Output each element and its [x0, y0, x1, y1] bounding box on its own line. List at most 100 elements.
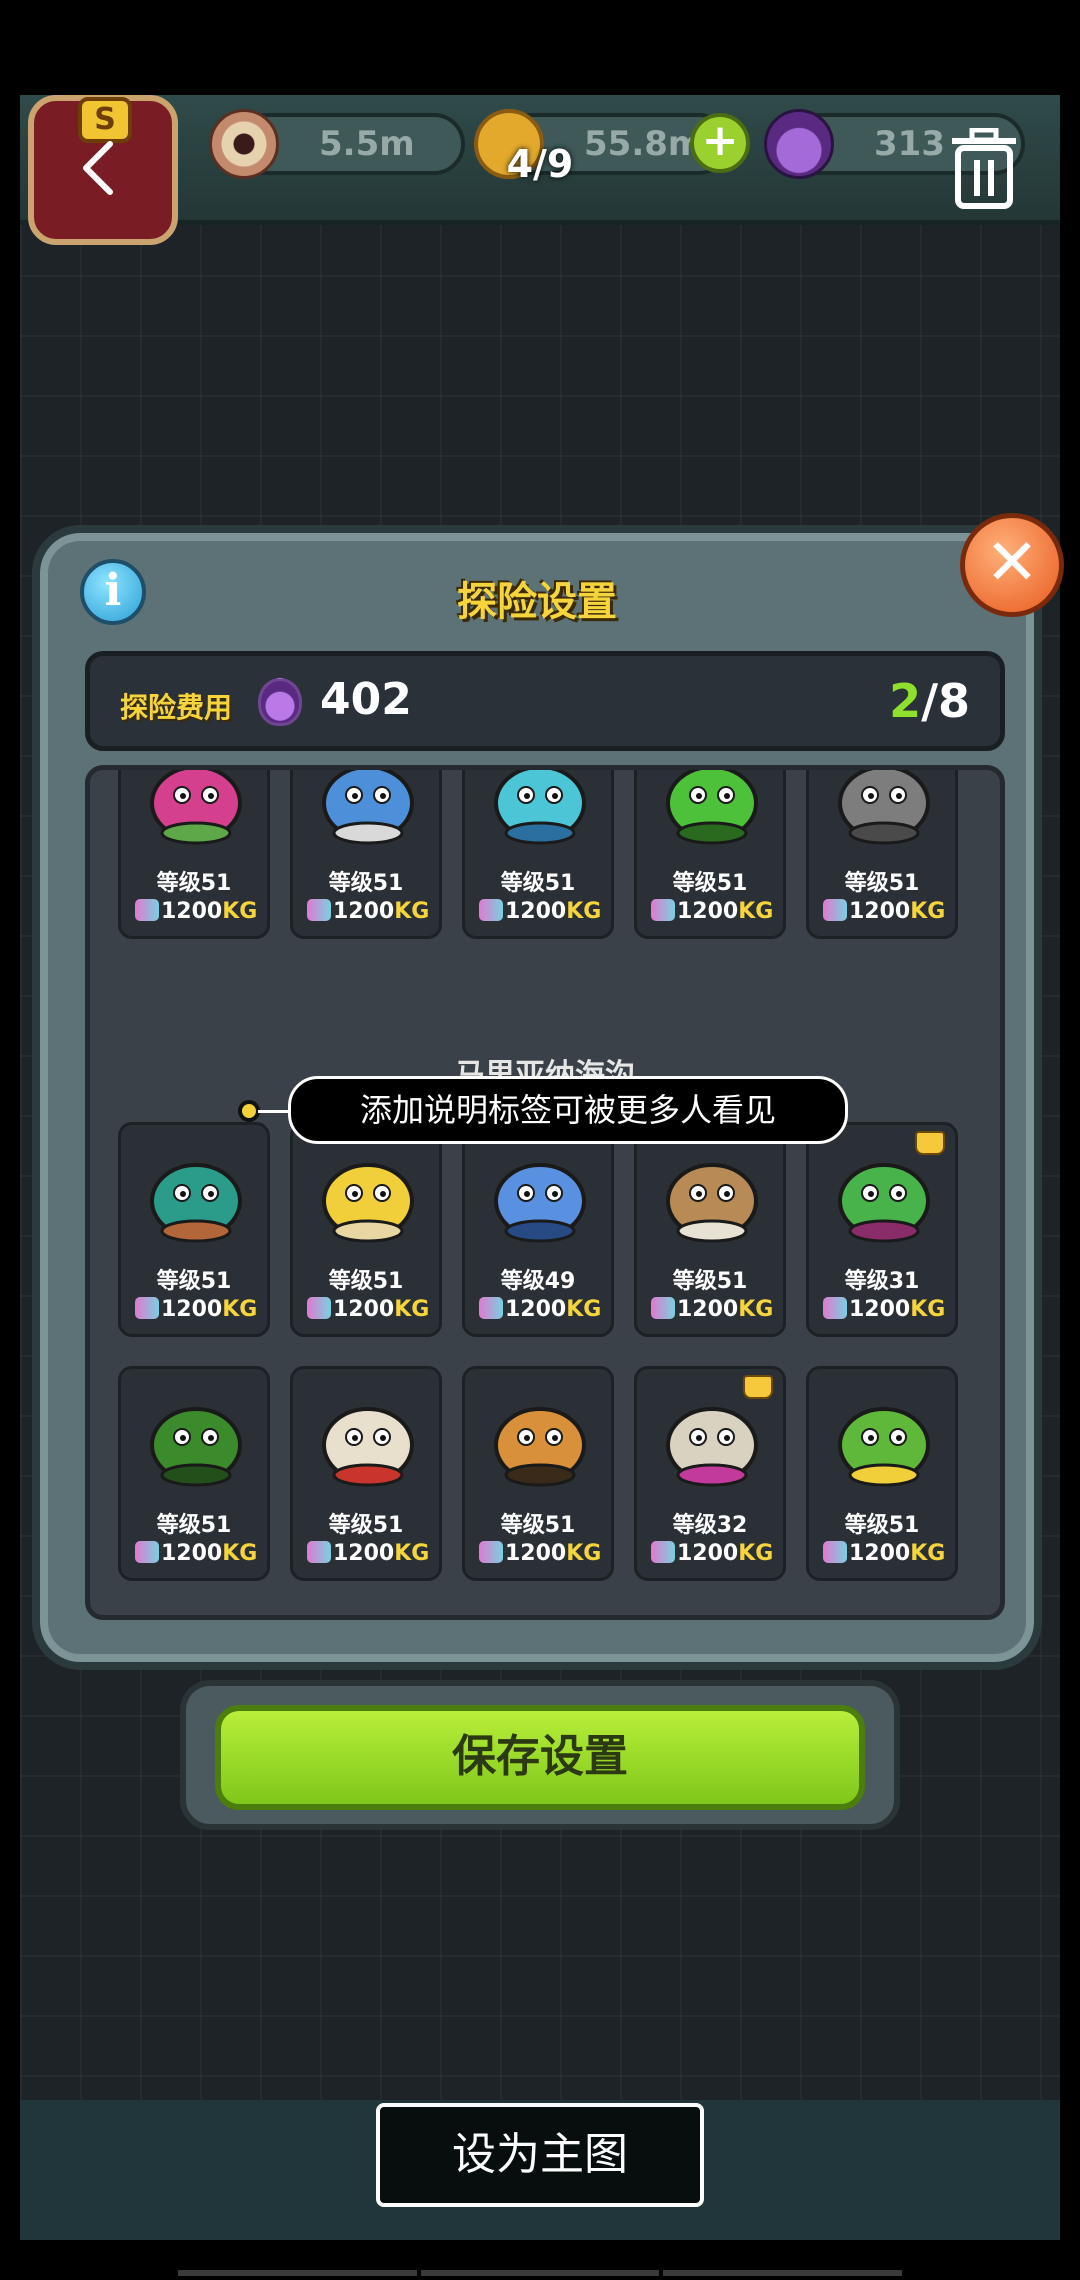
crown-icon [915, 1131, 945, 1155]
monster-weight: 1200KG [479, 1297, 601, 1322]
monster-level: 等级51 [672, 1269, 748, 1294]
bag-icon [823, 1541, 847, 1563]
monster-weight: 1200KG [479, 899, 601, 924]
monster-weight: 1200KG [135, 1541, 257, 1566]
monster-card[interactable]: 等级31 1200KG [806, 1122, 958, 1337]
team-slots-total: /8 [921, 674, 970, 728]
weight-value: 1200 [677, 1541, 739, 1566]
monster-level: 等级51 [328, 1513, 404, 1538]
weight-unit: KG [910, 1297, 946, 1322]
blue-crab-monster-icon [481, 1135, 599, 1253]
weight-value: 1200 [161, 899, 223, 924]
bag-icon [307, 899, 331, 921]
bag-icon [479, 1541, 503, 1563]
monster-card[interactable]: 等级51 1200KG [462, 1366, 614, 1581]
monster-level: 等级51 [156, 1269, 232, 1294]
bag-icon [479, 1297, 503, 1319]
monster-row: 等级51 1200KG 等级51 1200KG 等级51 1200KG 等级32 1200KG… [118, 1366, 958, 1581]
weight-value: 1200 [333, 899, 395, 924]
monster-level: 等级51 [844, 871, 920, 896]
banana-squid-monster-icon [309, 1135, 427, 1253]
monster-weight: 1200KG [307, 899, 429, 924]
weight-unit: KG [394, 899, 430, 924]
cost-label: 探险费用 [120, 691, 233, 724]
monster-card[interactable]: 等级51 1200KG [118, 770, 270, 939]
blue-fish-monster-icon [481, 770, 599, 855]
weight-value: 1200 [333, 1297, 395, 1322]
page-indicator [178, 2270, 903, 2276]
monster-level: 等级51 [328, 871, 404, 896]
monster-card[interactable]: 等级51 1200KG [806, 770, 958, 939]
monster-card[interactable]: 等级51 1200KG [806, 1366, 958, 1581]
monster-card[interactable]: 等级51 1200KG [634, 1122, 786, 1337]
monster-level: 等级51 [156, 871, 232, 896]
tooltip-connector [258, 1110, 290, 1113]
bag-icon [135, 1297, 159, 1319]
bag-icon [823, 899, 847, 921]
monster-card[interactable]: 等级51 1200KG [118, 1366, 270, 1581]
monster-level: 等级49 [500, 1269, 576, 1294]
bag-icon [651, 1541, 675, 1563]
monster-card[interactable]: 等级51 1200KG [634, 770, 786, 939]
monster-row: 等级51 1200KG 等级51 1200KG 等级49 1200KG 等级51 1200KG… [118, 1122, 958, 1337]
panel-title: 探险设置 [457, 579, 617, 625]
monster-card[interactable]: 等级49 1200KG [462, 1122, 614, 1337]
weight-value: 1200 [333, 1541, 395, 1566]
monster-card[interactable]: 等级32 1200KG [634, 1366, 786, 1581]
weight-value: 1200 [677, 899, 739, 924]
label-tooltip[interactable]: 添加说明标签可被更多人看见 [288, 1076, 848, 1144]
anemone-monster-icon [137, 1135, 255, 1253]
green-caterpillar-monster-icon [653, 770, 771, 855]
cost-value: 402 [320, 674, 412, 725]
monster-weight: 1200KG [135, 899, 257, 924]
weight-unit: KG [394, 1541, 430, 1566]
expedition-cost-bar: 探险费用 402 2/8 [85, 651, 1005, 751]
weight-value: 1200 [505, 899, 567, 924]
bag-icon [307, 1541, 331, 1563]
crown-icon [743, 1375, 773, 1399]
monster-card[interactable]: 等级51 1200KG [462, 770, 614, 939]
monster-level: 等级51 [500, 1513, 576, 1538]
monster-list[interactable]: 等级51 1200KG 等级51 1200KG 等级51 1200KG 等级51 1200KG… [85, 765, 1005, 1620]
monster-card[interactable]: 等级51 1200KG [290, 770, 442, 939]
monster-weight: 1200KG [823, 899, 945, 924]
monster-level: 等级51 [672, 871, 748, 896]
walrus-monster-icon [653, 1135, 771, 1253]
bag-icon [651, 1297, 675, 1319]
save-settings-button[interactable]: 保存设置 [215, 1705, 865, 1810]
monster-card[interactable]: 等级51 1200KG [290, 1366, 442, 1581]
set-as-main-image-button[interactable]: 设为主图 [376, 2103, 704, 2207]
weight-value: 1200 [849, 1297, 911, 1322]
weight-unit: KG [394, 1297, 430, 1322]
monster-row: 等级51 1200KG 等级51 1200KG 等级51 1200KG 等级51 1200KG… [118, 770, 958, 939]
viewer-top-bar: 4/9 [0, 0, 1080, 340]
bag-icon [307, 1297, 331, 1319]
monster-level: 等级51 [500, 871, 576, 896]
weight-value: 1200 [677, 1297, 739, 1322]
monster-weight: 1200KG [823, 1541, 945, 1566]
trash-icon[interactable] [948, 128, 1020, 210]
pink-plant-monster-icon [137, 770, 255, 855]
monster-weight: 1200KG [651, 899, 773, 924]
monster-weight: 1200KG [135, 1297, 257, 1322]
weight-unit: KG [222, 1297, 258, 1322]
weight-unit: KG [738, 1541, 774, 1566]
potion-icon [258, 678, 302, 726]
bag-icon [135, 1541, 159, 1563]
weight-value: 1200 [505, 1297, 567, 1322]
monster-level: 等级51 [844, 1513, 920, 1538]
weight-value: 1200 [161, 1541, 223, 1566]
monster-weight: 1200KG [651, 1297, 773, 1322]
monster-card[interactable]: 等级51 1200KG [118, 1122, 270, 1337]
shell-monster-icon [309, 1379, 427, 1497]
weight-value: 1200 [505, 1541, 567, 1566]
weight-value: 1200 [849, 899, 911, 924]
seahorse-monster-icon [825, 1379, 943, 1497]
monster-card[interactable]: 等级51 1200KG [290, 1122, 442, 1337]
team-slots: 2/8 [889, 674, 970, 728]
tooltip-anchor-dot[interactable] [238, 1100, 260, 1122]
weight-unit: KG [566, 1297, 602, 1322]
weight-unit: KG [566, 899, 602, 924]
monster-weight: 1200KG [651, 1541, 773, 1566]
team-slots-current: 2 [889, 674, 922, 728]
